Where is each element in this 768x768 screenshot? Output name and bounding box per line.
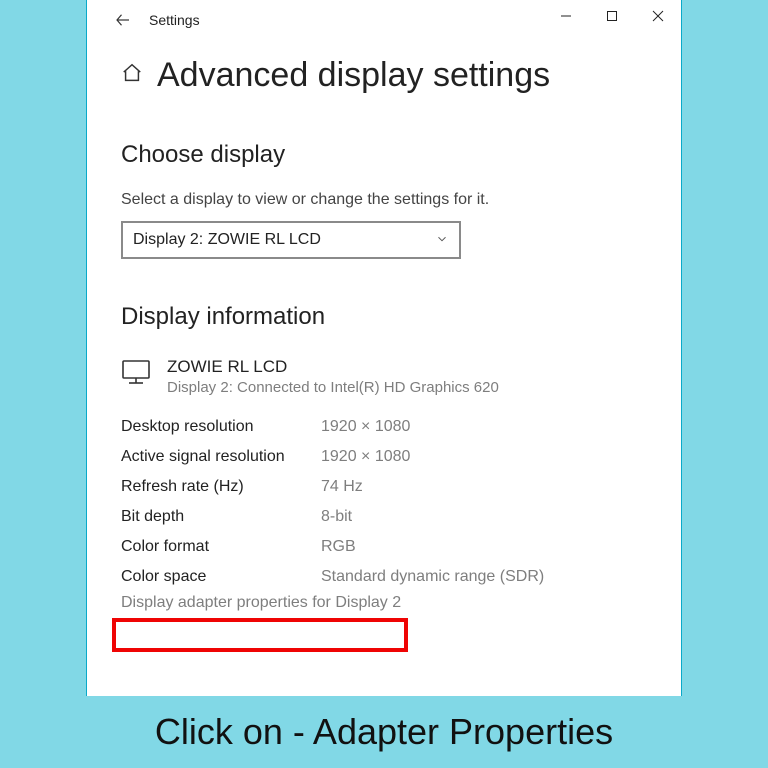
info-label: Color format: [121, 538, 321, 556]
annotation-callout: Click on - Adapter Properties: [0, 696, 768, 768]
display-connection: Display 2: Connected to Intel(R) HD Grap…: [167, 379, 499, 396]
info-value: RGB: [321, 538, 356, 556]
minimize-button[interactable]: [543, 0, 589, 32]
maximize-button[interactable]: [589, 0, 635, 32]
display-device-text: ZOWIE RL LCD Display 2: Connected to Int…: [167, 357, 499, 396]
close-button[interactable]: [635, 0, 681, 32]
monitor-icon: [121, 359, 151, 390]
table-row: Active signal resolution 1920 × 1080: [121, 442, 669, 472]
display-selector[interactable]: Display 2: ZOWIE RL LCD: [121, 221, 461, 259]
info-label: Desktop resolution: [121, 418, 321, 436]
titlebar: Settings: [87, 0, 681, 40]
table-row: Color space Standard dynamic range (SDR): [121, 562, 669, 592]
choose-display-title: Choose display: [121, 141, 669, 169]
display-selector-value: Display 2: ZOWIE RL LCD: [133, 231, 321, 249]
adapter-properties-link[interactable]: Display adapter properties for Display 2: [121, 594, 669, 612]
table-row: Bit depth 8-bit: [121, 502, 669, 532]
back-button[interactable]: [103, 0, 143, 40]
info-value: Standard dynamic range (SDR): [321, 568, 544, 586]
annotation-highlight: [112, 618, 408, 652]
display-device-row: ZOWIE RL LCD Display 2: Connected to Int…: [121, 357, 669, 396]
window-controls: [543, 0, 681, 32]
info-label: Refresh rate (Hz): [121, 478, 321, 496]
info-value: 1920 × 1080: [321, 418, 410, 436]
page-title: Advanced display settings: [157, 56, 550, 95]
table-row: Desktop resolution 1920 × 1080: [121, 412, 669, 442]
annotation-callout-text: Click on - Adapter Properties: [155, 711, 613, 753]
settings-window: Settings Advanced display settings Choo: [86, 0, 682, 710]
info-label: Active signal resolution: [121, 448, 321, 466]
info-label: Color space: [121, 568, 321, 586]
info-value: 1920 × 1080: [321, 448, 410, 466]
home-icon[interactable]: [121, 62, 143, 90]
table-row: Color format RGB: [121, 532, 669, 562]
choose-display-subtitle: Select a display to view or change the s…: [121, 191, 669, 209]
display-info-table: Desktop resolution 1920 × 1080 Active si…: [121, 412, 669, 612]
chevron-down-icon: [435, 232, 449, 249]
info-value: 74 Hz: [321, 478, 363, 496]
content-area: Advanced display settings Choose display…: [87, 40, 681, 612]
display-name: ZOWIE RL LCD: [167, 357, 499, 377]
info-value: 8-bit: [321, 508, 352, 526]
window-title: Settings: [149, 12, 200, 28]
display-info-title: Display information: [121, 303, 669, 331]
table-row: Refresh rate (Hz) 74 Hz: [121, 472, 669, 502]
page-header: Advanced display settings: [121, 56, 669, 95]
info-label: Bit depth: [121, 508, 321, 526]
